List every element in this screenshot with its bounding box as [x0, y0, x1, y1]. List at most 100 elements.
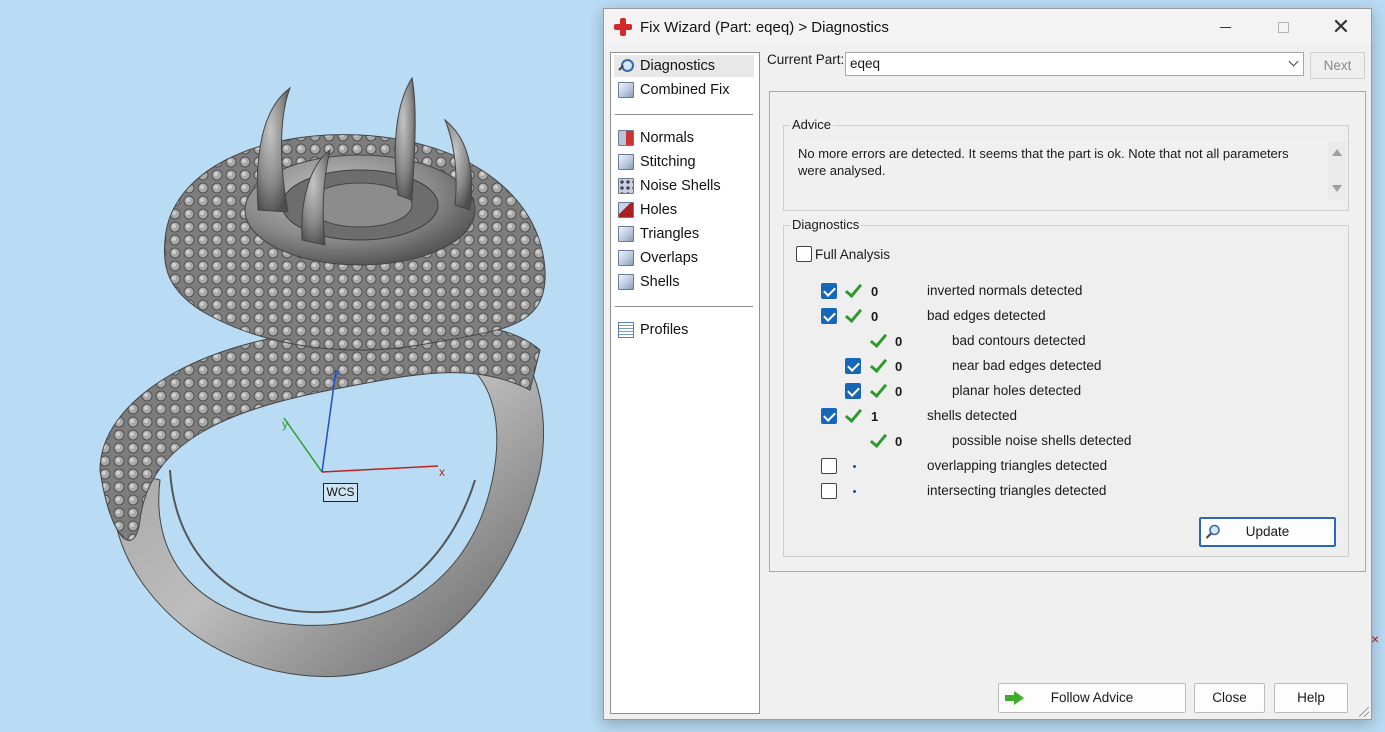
overlapping-triangles-label: overlapping triangles detected [927, 458, 1108, 473]
intersecting-triangles-checkbox[interactable] [821, 483, 837, 499]
pending-dot-icon [853, 490, 856, 493]
near-bad-edges-label: near bad edges detected [952, 358, 1102, 373]
nav-item-label: Diagnostics [640, 58, 715, 74]
inverted-normals-checkbox[interactable] [821, 283, 837, 299]
wcs-label: WCS [323, 483, 358, 502]
advice-text: No more errors are detected. It seems th… [793, 142, 1333, 200]
ok-check-icon [844, 307, 862, 323]
close-marker-icon: × [1371, 631, 1380, 647]
magnifier-icon [1205, 524, 1220, 539]
minimize-icon [1219, 26, 1231, 28]
chevron-down-icon [1288, 56, 1299, 67]
maximize-button[interactable] [1260, 9, 1306, 45]
next-button[interactable]: Next [1310, 52, 1365, 79]
follow-advice-button[interactable]: Follow Advice [998, 683, 1186, 713]
near-bad-edges-checkbox[interactable] [845, 358, 861, 374]
axis-y-label: y [282, 417, 288, 431]
wizard-nav-panel: Diagnostics Combined Fix Normals Stitchi… [610, 52, 760, 714]
scroll-down-icon[interactable] [1332, 185, 1342, 192]
nav-item-noise-shells[interactable]: Noise Shells [614, 175, 754, 197]
full-analysis-checkbox[interactable] [796, 246, 812, 262]
full-analysis-label: Full Analysis [815, 247, 891, 262]
title-bar[interactable]: Fix Wizard (Part: eqeq) > Diagnostics ✕ [604, 9, 1371, 45]
ok-check-icon [869, 382, 887, 398]
nav-item-label: Triangles [640, 226, 700, 242]
current-part-value: eqeq [850, 56, 881, 71]
axis-x-label: x [439, 465, 445, 479]
diagnostics-group: Diagnostics Full Analysis 0 inverted nor… [783, 217, 1349, 557]
planar-holes-checkbox[interactable] [845, 383, 861, 399]
noise-shells-label: possible noise shells detected [952, 433, 1132, 448]
maximize-icon [1277, 21, 1289, 33]
ok-check-icon [844, 282, 862, 298]
nav-item-label: Combined Fix [640, 82, 730, 98]
shells-checkbox[interactable] [821, 408, 837, 424]
resize-grip-icon[interactable] [1359, 707, 1369, 717]
noise-shells-count: 0 [895, 434, 903, 449]
window-title: Fix Wizard (Part: eqeq) > Diagnostics [640, 18, 889, 36]
nav-item-label: Stitching [640, 154, 696, 170]
nav-item-diagnostics[interactable]: Diagnostics [614, 55, 754, 77]
ring-model: x y z [99, 76, 546, 677]
bad-edges-count: 0 [871, 309, 879, 324]
nav-item-label: Profiles [640, 322, 689, 338]
nav-item-holes[interactable]: Holes [614, 199, 754, 221]
pending-dot-icon [853, 465, 856, 468]
planar-holes-count: 0 [895, 384, 903, 399]
shells-count: 1 [871, 409, 879, 424]
cube-icon [618, 274, 634, 290]
cube-icon [618, 226, 634, 242]
nav-item-stitching[interactable]: Stitching [614, 151, 754, 173]
nav-item-profiles[interactable]: Profiles [614, 319, 754, 341]
bad-contours-label: bad contours detected [952, 333, 1086, 348]
nav-item-shells[interactable]: Shells [614, 271, 754, 293]
green-arrow-icon [1005, 691, 1025, 705]
3d-viewport[interactable]: x y z WCS [0, 0, 603, 732]
nav-item-triangles[interactable]: Triangles [614, 223, 754, 245]
intersecting-triangles-label: intersecting triangles detected [927, 483, 1107, 498]
bad-contours-count: 0 [895, 334, 903, 349]
nav-item-overlaps[interactable]: Overlaps [614, 247, 754, 269]
current-part-select[interactable]: eqeq [845, 52, 1304, 76]
nav-item-label: Holes [640, 202, 678, 218]
fix-wizard-dialog: Fix Wizard (Part: eqeq) > Diagnostics ✕ … [603, 8, 1372, 720]
advice-title: Advice [790, 117, 834, 132]
scroll-up-icon[interactable] [1332, 149, 1342, 156]
ok-check-icon [869, 332, 887, 348]
bad-edges-label: bad edges detected [927, 308, 1046, 323]
holes-cube-icon [618, 202, 634, 218]
update-label: Update [1245, 524, 1290, 539]
advice-scrollbar[interactable] [1328, 142, 1346, 200]
nav-item-normals[interactable]: Normals [614, 127, 754, 149]
close-button[interactable]: Close [1194, 683, 1265, 713]
planar-holes-label: planar holes detected [952, 383, 1082, 398]
advice-group: Advice No more errors are detected. It s… [783, 117, 1349, 211]
nav-item-label: Shells [640, 274, 680, 290]
minimize-button[interactable] [1202, 9, 1248, 45]
near-bad-edges-count: 0 [895, 359, 903, 374]
nav-item-label: Overlaps [640, 250, 699, 266]
app-logo-icon [614, 18, 632, 36]
axis-z-label: z [334, 367, 340, 381]
nav-item-label: Normals [640, 130, 694, 146]
dotted-cube-icon [618, 178, 634, 194]
cube-icon [618, 82, 634, 98]
diagnostics-page: Advice No more errors are detected. It s… [769, 91, 1366, 572]
overlapping-triangles-checkbox[interactable] [821, 458, 837, 474]
follow-advice-label: Follow Advice [1050, 690, 1134, 705]
bad-edges-checkbox[interactable] [821, 308, 837, 324]
close-window-button[interactable]: ✕ [1318, 9, 1364, 45]
normals-cube-icon [618, 130, 634, 146]
help-button[interactable]: Help [1274, 683, 1348, 713]
update-button[interactable]: Update [1199, 517, 1336, 547]
inverted-normals-count: 0 [871, 284, 879, 299]
nav-divider [615, 114, 753, 115]
diagnostics-title: Diagnostics [790, 217, 862, 232]
cube-icon [618, 154, 634, 170]
ok-check-icon [869, 432, 887, 448]
inverted-normals-label: inverted normals detected [927, 283, 1083, 298]
current-part-label: Current Part: [767, 52, 845, 67]
ok-check-icon [869, 357, 887, 373]
document-icon [618, 322, 634, 338]
nav-item-combined-fix[interactable]: Combined Fix [614, 79, 754, 101]
